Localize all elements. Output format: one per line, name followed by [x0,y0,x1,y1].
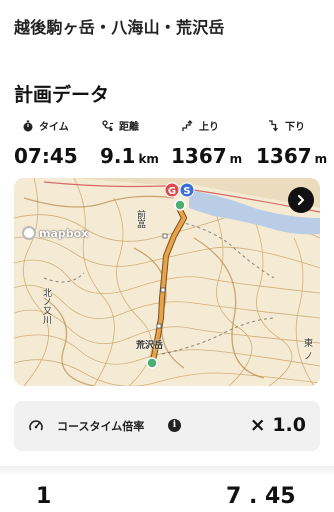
route-distance-icon [102,119,113,131]
topographic-map: G S [14,178,320,386]
chevron-right-icon [298,195,304,205]
footer-peek-left: 1 [36,484,52,509]
svg-text:S: S [183,186,190,197]
stat-time-number: 07:45 [14,144,78,168]
stat-ascent-label: 上り [182,118,219,133]
svg-text:G: G [168,186,176,197]
mapbox-attribution[interactable]: mapbox [22,226,88,240]
stat-descent-label: 下り [268,118,305,133]
info-icon[interactable]: i [168,419,181,432]
speedometer-icon [29,420,43,431]
map-label-river: 北ノ又川 [41,288,51,324]
stat-distance-label-text: 距離 [119,122,139,133]
stat-ascent-number: 1367 [171,144,227,168]
stat-distance-unit: km [138,152,159,166]
stat-distance-number: 9.1 [100,144,136,168]
mapbox-logo-text: mapbox [39,226,89,240]
stat-distance-value: 9.1 km [100,144,159,168]
map-next-button[interactable] [288,187,314,213]
stat-distance-label: 距離 [102,118,139,133]
stat-ascent-unit: m [229,152,243,166]
stats-labels-row: タイム 距離 上り 下り [14,118,320,134]
mapbox-logo-icon [22,226,36,240]
map-label-area-top: 前嵓 [135,210,145,228]
course-time-label: コースタイム倍率 [57,420,145,433]
stat-descent-unit: m [314,152,328,166]
map-label-area-right: 東ノ [304,339,314,362]
descent-arrow-icon [269,119,279,132]
stat-time-label: タイム [22,118,69,133]
stat-ascent-value: 1367 m [171,144,242,168]
stat-descent-number: 1367 [256,144,312,168]
stopwatch-icon [23,120,33,131]
plan-data-heading: 計画データ [14,84,110,106]
footer-peek-right: 7 . 45 [226,484,296,509]
stat-descent-value: 1367 m [256,144,327,168]
page-title: 越後駒ヶ岳・八海山・荒沢岳 [14,18,225,37]
stat-time-value: 07:45 [14,144,78,168]
stat-ascent-label-text: 上り [199,122,219,133]
stat-time-label-text: タイム [39,122,69,133]
stat-descent-label-text: 下り [285,122,305,133]
stats-values-row: 07:45 9.1 km 1367 m 1367 m [14,144,327,170]
map-label-peak: 荒沢岳 [136,341,164,351]
ascent-arrow-icon [182,119,193,131]
route-map[interactable]: G S mapbox 荒沢岳 北ノ又川 前嵓 東ノ [14,178,320,386]
course-time-multiplier-row[interactable]: コースタイム倍率 i × 1.0 [14,401,320,451]
course-time-value: × 1.0 [249,414,306,436]
